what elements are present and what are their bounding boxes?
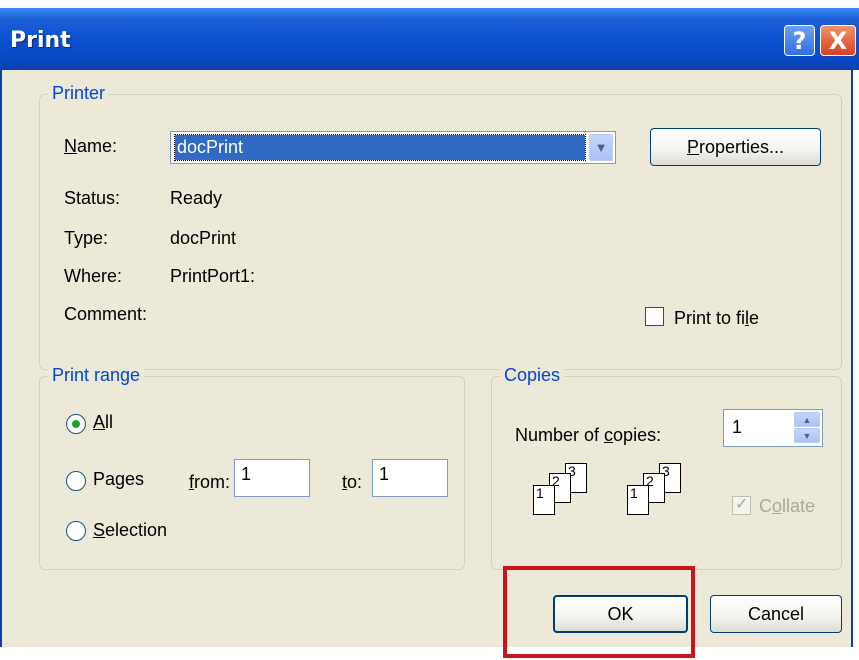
pages-label[interactable]: Pages (93, 469, 144, 490)
print-to-file-label[interactable]: Print to file (674, 308, 759, 329)
copies-stepper[interactable]: 1 ▲ ▼ (723, 409, 823, 447)
printer-name-select[interactable]: docPrint ▼ (170, 131, 616, 164)
properties-button[interactable]: Properties... (650, 128, 821, 166)
stepper-up-icon[interactable]: ▲ (794, 412, 820, 427)
to-label: to: (342, 472, 363, 492)
copies-legend: Copies (500, 365, 565, 386)
close-button[interactable]: X (820, 25, 856, 56)
collate-label[interactable]: Collate (759, 496, 815, 517)
selection-label[interactable]: Selection (93, 520, 167, 541)
type-label: Type: (64, 228, 109, 248)
name-label: Name: (64, 136, 118, 156)
printer-name-value: docPrint (174, 134, 586, 161)
collate-pages-icon: 3 2 1 (611, 463, 691, 523)
print-range-legend: Print range (48, 365, 145, 386)
cancel-button[interactable]: Cancel (710, 595, 842, 633)
type-value: docPrint (170, 228, 237, 248)
where-label: Where: (64, 266, 123, 286)
pages-radio[interactable] (66, 471, 86, 491)
chevron-down-icon[interactable]: ▼ (589, 134, 613, 161)
collate-checkbox[interactable]: ✓ (732, 496, 751, 515)
status-value: Ready (170, 188, 223, 208)
status-label: Status: (64, 188, 121, 208)
page-icon: 1 (627, 485, 649, 515)
all-radio[interactable] (66, 414, 86, 434)
to-input[interactable]: 1 (372, 459, 448, 497)
print-to-file-checkbox[interactable] (645, 307, 664, 326)
close-icon: X (828, 26, 848, 55)
check-icon: ✓ (735, 496, 749, 513)
stepper-down-icon[interactable]: ▼ (794, 428, 820, 443)
from-label: from: (189, 472, 231, 492)
title-bar: Print ? X (0, 8, 859, 70)
where-value: PrintPort1: (170, 266, 256, 286)
selection-radio[interactable] (66, 521, 86, 541)
annotation-highlight (503, 566, 695, 658)
printer-legend: Printer (48, 83, 110, 104)
number-of-copies-label: Number of copies: (515, 425, 662, 445)
collate-pages-icon: 3 2 1 (517, 463, 597, 523)
all-label[interactable]: All (93, 412, 113, 433)
help-icon: ? (792, 26, 807, 55)
print-dialog: Printer Name: docPrint ▼ Properties... S… (0, 70, 853, 647)
comment-label: Comment: (64, 304, 148, 324)
page-icon: 1 (533, 485, 555, 515)
from-input[interactable]: 1 (234, 459, 310, 497)
window-title: Print (10, 28, 71, 53)
copies-value: 1 (732, 417, 743, 437)
help-button[interactable]: ? (784, 25, 815, 56)
